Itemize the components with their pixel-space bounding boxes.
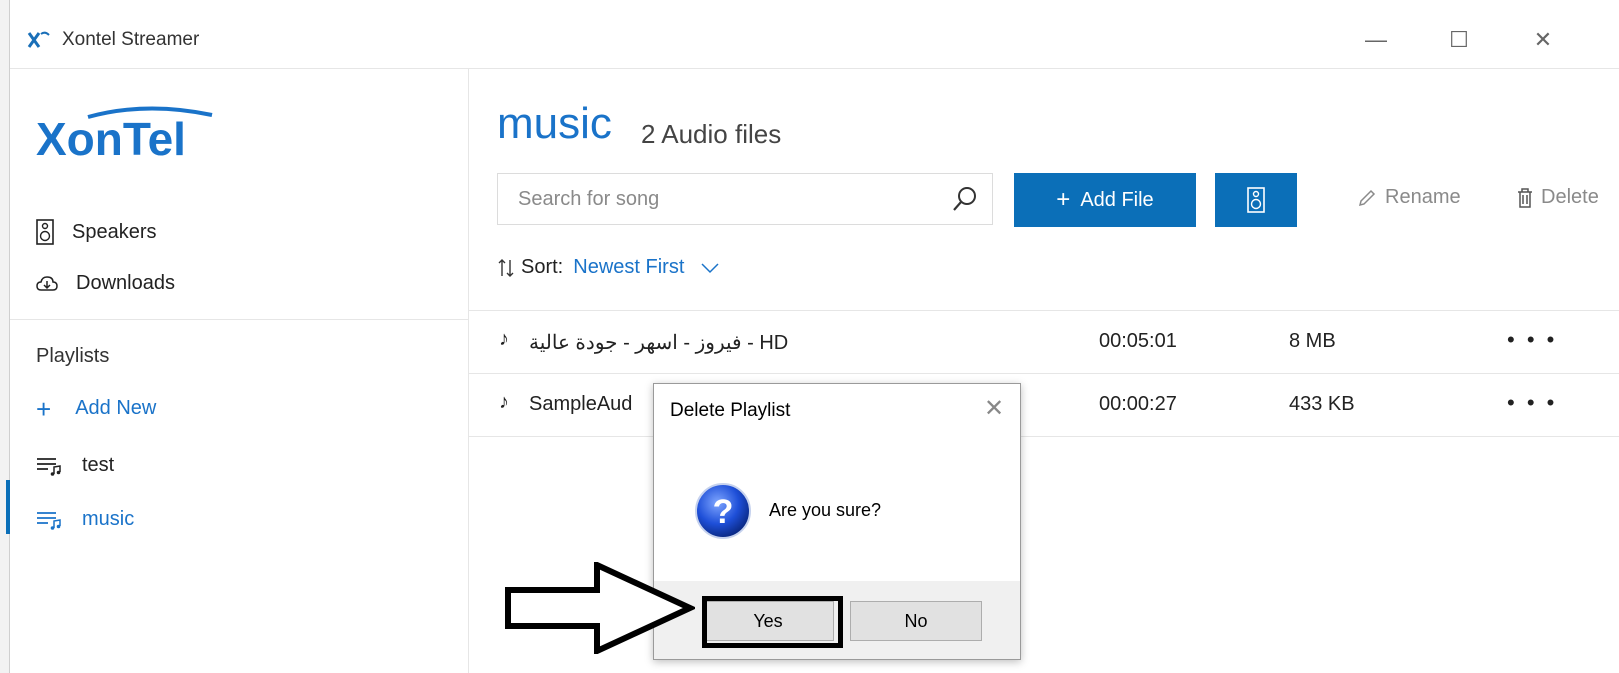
music-note-icon: ♪ bbox=[499, 391, 509, 413]
pencil-icon bbox=[1358, 189, 1376, 206]
sort-label: Sort: bbox=[521, 256, 564, 278]
speaker-icon bbox=[36, 219, 54, 245]
sidebar: XonTel Speakers Downloads Playlists + Ad… bbox=[10, 69, 469, 673]
dialog-message: Are you sure? bbox=[769, 500, 882, 520]
file-duration: 00:00:27 bbox=[1099, 393, 1177, 415]
annotation-highlight-box bbox=[702, 596, 843, 648]
no-button[interactable]: No bbox=[850, 601, 982, 641]
add-file-button[interactable]: + Add File bbox=[1014, 173, 1196, 227]
table-row[interactable]: ♪ فيروز - اسهر - جودة عالية - HD 00:05:0… bbox=[469, 311, 1619, 374]
window-title: Xontel Streamer bbox=[62, 29, 200, 50]
sidebar-item-playlist-music[interactable]: music bbox=[36, 508, 134, 531]
playlists-heading: Playlists bbox=[36, 345, 110, 367]
close-icon: ✕ bbox=[1533, 27, 1553, 52]
minimize-button[interactable]: — bbox=[1356, 24, 1396, 56]
cloud-download-icon bbox=[36, 275, 58, 291]
trash-icon bbox=[1518, 187, 1532, 208]
more-options-icon[interactable]: • • • bbox=[1507, 327, 1557, 353]
plus-icon: + bbox=[1056, 186, 1071, 213]
rename-button[interactable]: Rename bbox=[1357, 186, 1461, 209]
more-options-icon[interactable]: • • • bbox=[1507, 390, 1557, 416]
playlist-icon bbox=[37, 457, 61, 476]
file-name: SampleAud bbox=[529, 393, 633, 415]
xontel-logo: XonTel bbox=[36, 106, 213, 163]
nav-item-label: Speakers bbox=[72, 220, 157, 243]
page-title: music bbox=[497, 99, 612, 148]
add-new-playlist-button[interactable]: + Add New bbox=[36, 393, 157, 424]
file-size: 8 MB bbox=[1289, 330, 1336, 352]
speaker-icon bbox=[1247, 187, 1265, 213]
file-size: 433 KB bbox=[1289, 393, 1355, 415]
file-count: 2 Audio files bbox=[641, 119, 782, 149]
add-new-label: Add New bbox=[75, 397, 157, 419]
delete-button[interactable]: Delete bbox=[1517, 186, 1599, 209]
chevron-down-icon bbox=[701, 262, 719, 273]
svg-text:?: ? bbox=[713, 493, 734, 531]
playlist-label: music bbox=[82, 508, 135, 530]
search-input[interactable] bbox=[516, 186, 940, 212]
dialog-body: Delete Playlist ✕ ? Are you sure? bbox=[654, 384, 1020, 581]
annotation-arrow-icon bbox=[505, 562, 695, 654]
question-icon: ? bbox=[695, 483, 751, 539]
maximize-button[interactable]: ☐ bbox=[1439, 24, 1479, 56]
file-name: فيروز - اسهر - جودة عالية - HD bbox=[529, 332, 789, 354]
table-row[interactable]: ♪ SampleAud 00:00:27 433 KB • • • bbox=[469, 374, 1619, 437]
background-window-edge-left bbox=[0, 0, 10, 673]
sidebar-divider bbox=[10, 319, 468, 320]
search-box[interactable] bbox=[497, 173, 993, 225]
nav-item-speakers[interactable]: Speakers bbox=[36, 219, 157, 245]
delete-label: Delete bbox=[1541, 186, 1599, 208]
playlist-label: test bbox=[82, 454, 115, 476]
playlist-icon bbox=[37, 511, 61, 530]
sidebar-item-playlist-test[interactable]: test bbox=[36, 454, 114, 477]
speaker-button[interactable] bbox=[1215, 173, 1297, 227]
dialog-close-icon[interactable]: ✕ bbox=[984, 394, 1004, 423]
title-bar: Xontel Streamer — ☐ ✕ bbox=[10, 12, 1619, 69]
sort-icon bbox=[498, 258, 514, 277]
minimize-icon: — bbox=[1365, 27, 1387, 52]
nav-item-downloads[interactable]: Downloads bbox=[36, 272, 175, 295]
sort-value[interactable]: Newest First bbox=[573, 256, 684, 279]
app-logo-icon bbox=[27, 31, 50, 48]
dialog-title: Delete Playlist bbox=[670, 400, 791, 421]
add-file-label: Add File bbox=[1080, 188, 1154, 211]
maximize-icon: ☐ bbox=[1449, 27, 1469, 52]
music-note-icon: ♪ bbox=[499, 328, 509, 350]
close-button[interactable]: ✕ bbox=[1523, 24, 1563, 56]
search-icon[interactable] bbox=[952, 186, 978, 212]
nav-item-label: Downloads bbox=[76, 272, 175, 294]
rename-label: Rename bbox=[1385, 186, 1461, 208]
plus-icon: + bbox=[36, 393, 52, 424]
file-duration: 00:05:01 bbox=[1099, 330, 1177, 352]
svg-text:XonTel: XonTel bbox=[36, 113, 186, 163]
sort-control[interactable]: Sort: Newest First bbox=[497, 256, 720, 279]
